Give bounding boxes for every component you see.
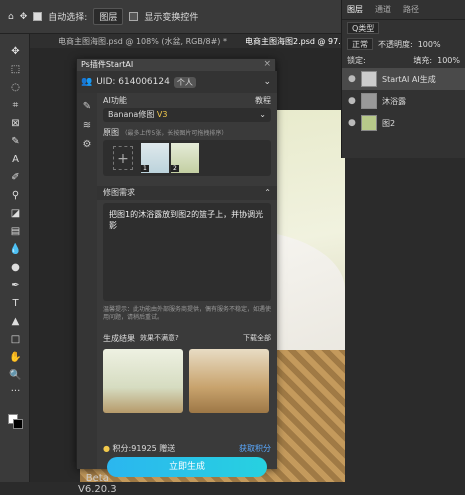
layer-thumbnail bbox=[361, 71, 377, 87]
result-image-2[interactable] bbox=[189, 349, 269, 413]
result-image-1[interactable] bbox=[103, 349, 183, 413]
crop-icon[interactable]: ⌗ bbox=[9, 100, 22, 111]
plugin-header: 👥 UID: 614006124 个人 ⌄ bbox=[77, 71, 277, 93]
frame-icon[interactable]: ⊠ bbox=[9, 118, 22, 129]
gear-icon[interactable]: ⚙ bbox=[77, 139, 97, 150]
layer-name: StartAI AI生成 bbox=[382, 74, 436, 84]
auto-select-label: 自动选择: bbox=[48, 13, 88, 23]
model-select[interactable]: Banana修图 V3 ⌄ bbox=[103, 108, 271, 122]
eraser-icon[interactable]: ◪ bbox=[9, 208, 22, 219]
layer-row[interactable]: ● StartAI AI生成 bbox=[342, 68, 465, 90]
shape-icon[interactable]: □ bbox=[9, 334, 22, 345]
download-all-link[interactable]: 下载全部 bbox=[243, 333, 271, 344]
coin-icon: ● bbox=[103, 444, 110, 453]
plugin-title: Ps插件StartAI bbox=[77, 59, 275, 71]
user-badge[interactable]: 个人 bbox=[173, 76, 196, 88]
layer-kind-filter[interactable]: Q类型 bbox=[347, 22, 380, 34]
ai-function-label: AI功能 bbox=[103, 96, 127, 105]
gift-label: 赠送 bbox=[159, 444, 176, 453]
add-image-button[interactable]: + bbox=[113, 146, 133, 170]
auto-select-checkbox[interactable] bbox=[33, 12, 43, 21]
layer-name: 沐浴露 bbox=[382, 96, 406, 106]
blend-mode-select[interactable]: 正常 bbox=[347, 38, 373, 50]
doc-tab-2[interactable]: 电商主图海图2.psd @ 97.6% (StartAI AI生 bbox=[245, 36, 342, 47]
source-hint: （最多上传5张，长按图片可拖拽排序） bbox=[121, 130, 228, 137]
layer-thumbnail bbox=[361, 115, 377, 131]
startai-icon[interactable]: A bbox=[9, 154, 22, 165]
eye-icon[interactable]: ● bbox=[348, 74, 356, 84]
result-label: 生成结果 bbox=[103, 334, 135, 343]
source-image-1[interactable]: 1 bbox=[141, 143, 169, 173]
blur-icon[interactable]: 💧 bbox=[9, 244, 22, 255]
layers-icon[interactable]: ≋ bbox=[77, 120, 97, 131]
eyedropper-icon[interactable]: ✎ bbox=[9, 136, 22, 147]
document-tabs: 电商主图海图.psd @ 108% (水盆, RGB/8#) * 电商主图海图2… bbox=[30, 34, 342, 48]
dodge-icon[interactable]: ● bbox=[9, 262, 22, 273]
layer-row[interactable]: ● 图2 bbox=[342, 112, 465, 134]
fill-value[interactable]: 100% bbox=[437, 56, 460, 65]
tab-paths[interactable]: 路径 bbox=[403, 4, 419, 15]
source-label: 原图 bbox=[103, 128, 119, 137]
opacity-value[interactable]: 100% bbox=[418, 40, 441, 49]
users-icon: 👥 bbox=[81, 77, 93, 87]
requirement-header[interactable]: 修图需求 ⌃ bbox=[97, 186, 277, 200]
layer-row[interactable]: ● 沐浴露 bbox=[342, 90, 465, 112]
doc-tab-1[interactable]: 电商主图海图.psd @ 108% (水盆, RGB/8#) * bbox=[58, 36, 227, 47]
more-tools-icon[interactable]: ··· bbox=[9, 386, 22, 397]
show-transform-checkbox[interactable] bbox=[129, 12, 139, 21]
source-image-2[interactable]: 2 bbox=[171, 143, 199, 173]
layers-panel: 图层 通道 路径 Q类型 正常 不透明度: 100% 锁定: 填充: 100% … bbox=[341, 0, 465, 158]
eye-icon[interactable]: ● bbox=[348, 96, 356, 106]
marquee-icon[interactable]: ⬚ bbox=[9, 64, 22, 75]
plugin-main: AI功能 教程 Banana修图 V3 ⌄ 原图 （最多上传5张，长按图片可拖拽排序… bbox=[97, 93, 277, 477]
tab-channels[interactable]: 通道 bbox=[375, 4, 391, 15]
source-images: + 1 2 bbox=[103, 140, 271, 176]
prompt-textarea[interactable]: 把图1的沐浴露放到图2的篮子上，并协调光影 bbox=[103, 203, 271, 301]
show-transform-label: 显示变换控件 bbox=[144, 13, 199, 23]
hand-icon[interactable]: ✋ bbox=[9, 352, 22, 363]
startai-plugin-panel: Ps插件StartAI × 👥 UID: 614006124 个人 ⌄ ✎ ≋ … bbox=[76, 58, 277, 495]
version-label: Beta V6.20.3 bbox=[78, 473, 117, 495]
eye-icon[interactable]: ● bbox=[348, 118, 356, 128]
tip-text: 温馨提示：此功能由外部服务商提供，偶有服务不稳定，如遇使用问题，请稍后重试。 bbox=[103, 306, 272, 321]
opacity-label: 不透明度: bbox=[378, 39, 413, 49]
points-label: 积分:91925 bbox=[112, 444, 157, 453]
path-select-icon[interactable]: ▲ bbox=[9, 316, 22, 327]
dissatisfied-link[interactable]: 效果不满意? bbox=[140, 333, 179, 344]
lock-label: 锁定: bbox=[347, 55, 366, 65]
chevron-down-icon[interactable]: ⌄ bbox=[263, 77, 271, 87]
move-tool-icon[interactable]: ✥ bbox=[20, 12, 28, 22]
layer-thumbnail bbox=[361, 93, 377, 109]
home-icon[interactable]: ⌂ bbox=[8, 12, 14, 22]
gradient-icon[interactable]: ▤ bbox=[9, 226, 22, 237]
lasso-icon[interactable]: ◌ bbox=[9, 82, 22, 93]
text-icon[interactable]: T bbox=[9, 298, 22, 309]
auto-select-dropdown[interactable]: 图层 bbox=[93, 8, 124, 25]
fill-label: 填充: bbox=[413, 55, 433, 65]
pen-icon[interactable]: ✒ bbox=[9, 280, 22, 291]
get-points-link[interactable]: 获取积分 bbox=[239, 443, 271, 454]
tutorial-link[interactable]: 教程 bbox=[255, 95, 271, 106]
zoom-icon[interactable]: 🔍 bbox=[9, 370, 22, 381]
plugin-sidebar: ✎ ≋ ⚙ Beta V6.20.3 bbox=[77, 93, 117, 495]
tab-layers[interactable]: 图层 bbox=[347, 4, 363, 15]
move-icon[interactable]: ✥ bbox=[9, 46, 22, 57]
close-icon[interactable]: × bbox=[263, 59, 271, 69]
tool-bar: ✥ ⬚ ◌ ⌗ ⊠ ✎ A ✐ ⚲ ◪ ▤ 💧 ● ✒ T ▲ □ ✋ 🔍 ··… bbox=[0, 34, 30, 482]
layer-name: 图2 bbox=[382, 118, 396, 128]
brush-icon[interactable]: ✐ bbox=[9, 172, 22, 183]
generate-button[interactable]: 立即生成 bbox=[107, 457, 267, 477]
stamp-icon[interactable]: ⚲ bbox=[9, 190, 22, 201]
edit-icon[interactable]: ✎ bbox=[77, 101, 97, 112]
background-color[interactable] bbox=[13, 419, 23, 429]
uid-label: UID: 614006124 bbox=[96, 77, 170, 87]
version-badge: V3 bbox=[156, 110, 168, 119]
